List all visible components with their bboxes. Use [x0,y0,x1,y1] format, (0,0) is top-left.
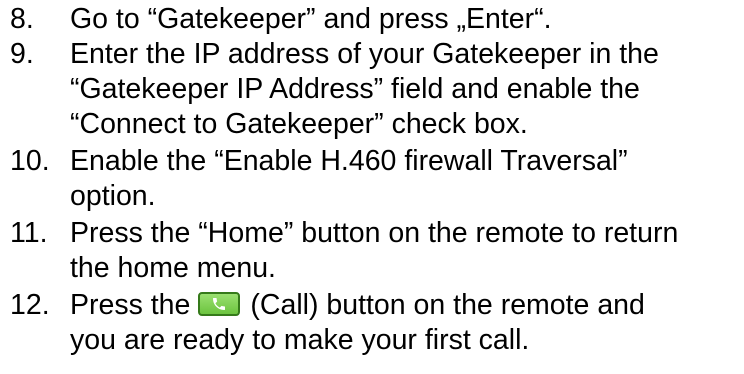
step-text-before-icon: Press the [70,289,191,321]
phone-call-icon [198,292,241,316]
step-text: Press the “Home” button on the remote to… [70,216,740,286]
step-number: 9. [10,38,34,70]
step-text-after-icon: (Call) button on the remote and [250,289,645,321]
instruction-list: 8. Go to “Gatekeeper” and press „Enter“.… [0,0,744,374]
step-8: 8. Go to “Gatekeeper” and press „Enter“. [10,2,740,37]
step-line: Go to “Gatekeeper” and press „Enter“. [70,3,552,35]
step-line: Press the (Call) button on the remote and [70,288,740,323]
step-number: 11. [10,217,48,249]
step-number: 8. [10,3,34,35]
step-11: 11. Press the “Home” button on the remot… [10,216,740,286]
step-10: 10. Enable the “Enable H.460 firewall Tr… [10,144,740,214]
step-line: “Connect to Gatekeeper” check box. [70,108,528,140]
step-line: you are ready to make your first call. [70,324,530,356]
step-line: the home menu. [70,252,276,284]
step-text: Go to “Gatekeeper” and press „Enter“. [70,2,740,37]
step-text: Press the (Call) button on the remote and… [70,288,740,358]
step-text: Enable the “Enable H.460 firewall Traver… [70,144,740,214]
step-line: “Gatekeeper IP Address” field and enable… [70,73,640,105]
step-text: Enter the IP address of your Gatekeeper … [70,37,740,142]
step-9: 9. Enter the IP address of your Gatekeep… [10,37,740,142]
step-number: 10. [10,145,50,177]
step-number: 12. [10,289,50,321]
step-12: 12. Press the (Call) button on the remote… [10,288,740,358]
step-line: Enable the “Enable H.460 firewall Traver… [70,145,628,177]
step-line: option. [70,180,156,212]
step-line: Press the “Home” button on the remote to… [70,217,679,249]
step-line: Enter the IP address of your Gatekeeper … [70,38,659,70]
